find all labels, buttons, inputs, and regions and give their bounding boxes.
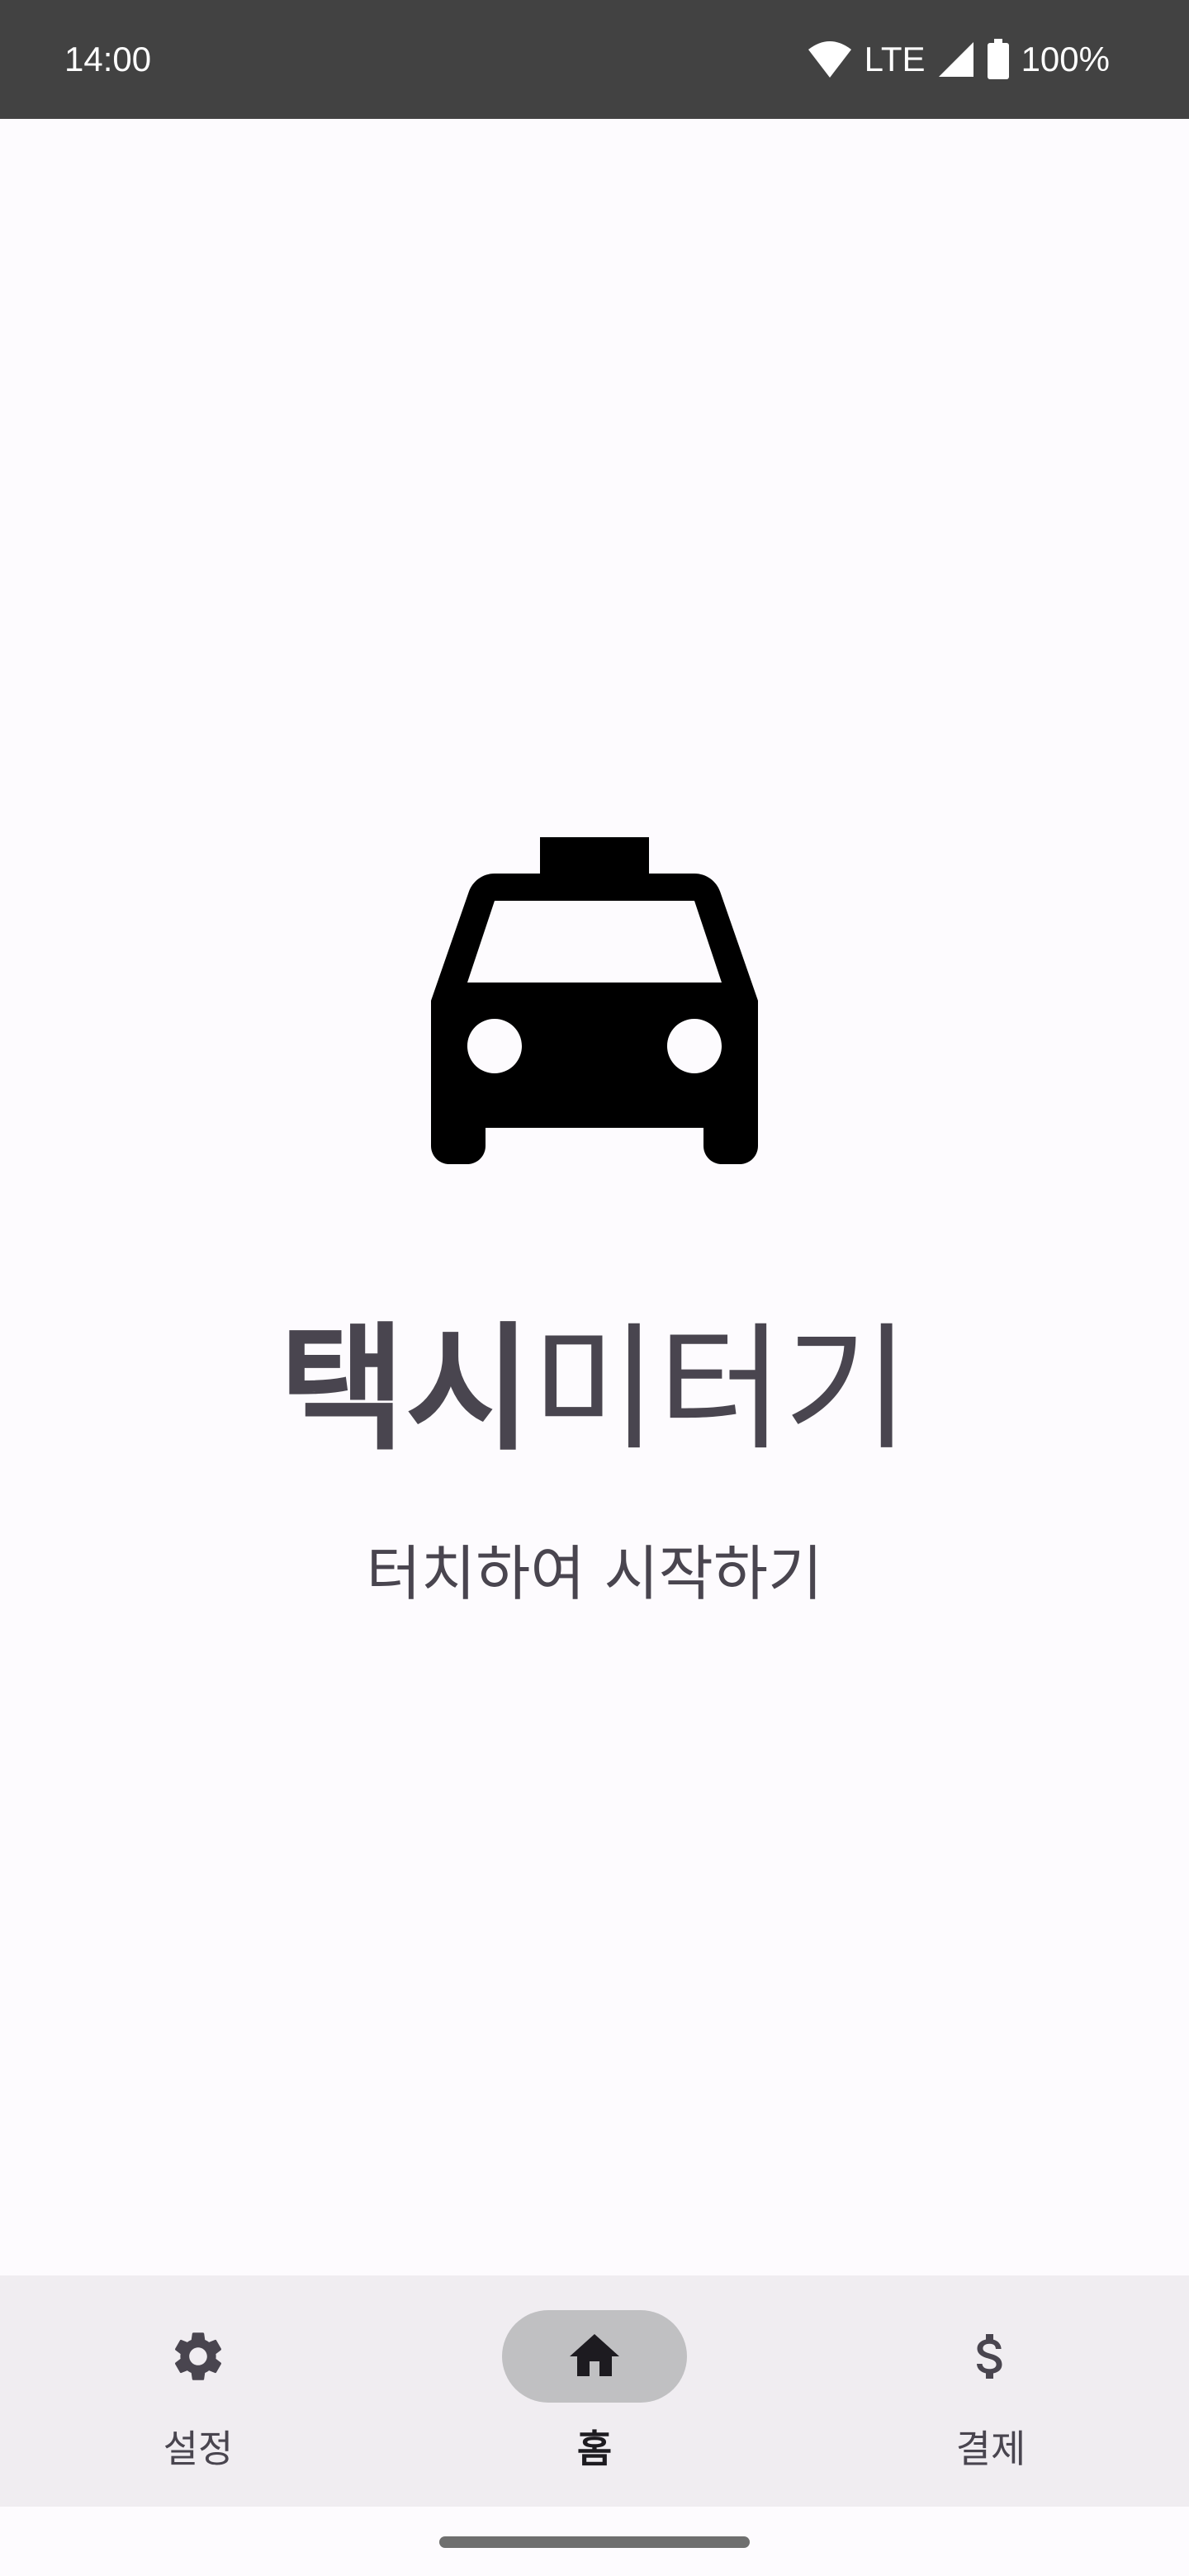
dollar-icon <box>976 2334 1002 2379</box>
nav-label-home: 홈 <box>576 2427 613 2471</box>
status-time: 14:00 <box>64 40 152 78</box>
app-title: 택시미터기 <box>0 1308 1189 1473</box>
touch-to-start-label: 터치하여 시작하기 <box>366 1539 823 1608</box>
nav-item-payment[interactable]: 결제 <box>793 2275 1189 2507</box>
battery-icon <box>987 39 1009 79</box>
start-screen[interactable]: 택시미터기 터치하여 시작하기 <box>0 119 1189 2275</box>
app-title-regular: 미터기 <box>531 1310 910 1470</box>
gear-icon <box>174 2332 222 2380</box>
gesture-bar <box>0 2507 1189 2576</box>
nav-item-settings[interactable]: 설정 <box>0 2275 396 2507</box>
nav-item-home[interactable]: 홈 <box>396 2275 793 2507</box>
nav-label-payment: 결제 <box>955 2427 1026 2471</box>
home-icon <box>570 2334 619 2376</box>
home-gesture-handle[interactable] <box>439 2536 750 2548</box>
wifi-icon <box>808 41 851 78</box>
bottom-navigation: 설정 홈 결제 <box>0 2275 1189 2507</box>
battery-percent: 100% <box>1021 40 1110 78</box>
status-icons: LTE 100% <box>807 33 1110 86</box>
status-bar: 14:00 LTE 100% <box>0 0 1189 119</box>
nav-label-settings: 설정 <box>163 2427 234 2471</box>
app-title-bold: 택시 <box>279 1310 532 1470</box>
taxi-icon <box>431 837 758 1164</box>
signal-icon <box>938 42 973 77</box>
network-type: LTE <box>864 40 926 78</box>
